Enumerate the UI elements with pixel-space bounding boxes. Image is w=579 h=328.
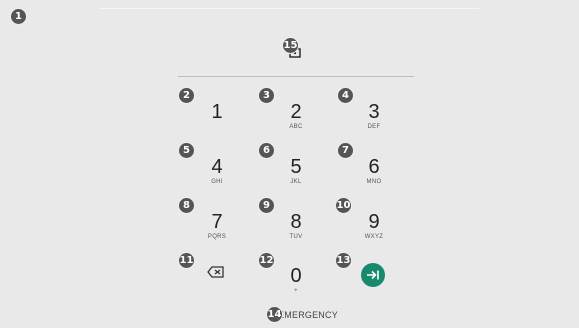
key-digit: 2 bbox=[290, 101, 302, 123]
key-7[interactable]: 7 PQRS bbox=[187, 211, 247, 255]
key-letters: ABC bbox=[289, 124, 303, 130]
key-digit: 6 bbox=[368, 156, 380, 178]
emergency-marker-14: 14 bbox=[266, 306, 283, 323]
key-9[interactable]: 9 WXYZ bbox=[344, 211, 404, 255]
enter-arrow-icon bbox=[367, 270, 379, 280]
screen-marker-1: 1 bbox=[10, 8, 27, 25]
key-5[interactable]: 5 JKL bbox=[266, 156, 326, 200]
key-marker-11: 11 bbox=[178, 252, 195, 269]
key-digit: 7 bbox=[211, 211, 223, 233]
key-letters: JKL bbox=[290, 179, 302, 185]
key-1[interactable]: 1 bbox=[187, 101, 247, 145]
key-marker-13: 13 bbox=[335, 252, 352, 269]
key-digit: 1 bbox=[211, 101, 223, 123]
key-4[interactable]: 4 GHI bbox=[187, 156, 247, 200]
key-2[interactable]: 2 ABC bbox=[266, 101, 326, 145]
key-letters: TUV bbox=[289, 234, 303, 240]
key-letters: WXYZ bbox=[364, 234, 384, 240]
status-bar-divider bbox=[100, 8, 479, 9]
backspace-icon[interactable] bbox=[205, 264, 227, 280]
key-letters: GHI bbox=[211, 179, 223, 185]
key-digit: 4 bbox=[211, 156, 223, 178]
key-letters: + bbox=[294, 288, 298, 294]
key-digit: 8 bbox=[290, 211, 302, 233]
key-digit: 9 bbox=[368, 211, 380, 233]
key-3[interactable]: 3 DEF bbox=[344, 101, 404, 145]
key-6[interactable]: 6 MNO bbox=[344, 156, 404, 200]
key-digit: 5 bbox=[290, 156, 302, 178]
key-0[interactable]: 0 + bbox=[266, 265, 326, 309]
pin-field-marker-15: 15 bbox=[282, 37, 299, 54]
enter-button[interactable] bbox=[361, 263, 385, 287]
key-digit: 0 bbox=[290, 265, 302, 287]
key-letters: MNO bbox=[366, 179, 382, 185]
key-letters: DEF bbox=[367, 124, 381, 130]
key-letters: PQRS bbox=[207, 234, 227, 240]
key-digit: 3 bbox=[368, 101, 380, 123]
key-8[interactable]: 8 TUV bbox=[266, 211, 326, 255]
